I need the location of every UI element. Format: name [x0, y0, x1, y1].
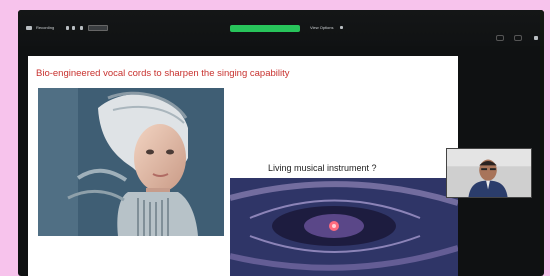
settings-icon[interactable] [534, 36, 538, 40]
slide-title: Bio-engineered vocal cords to sharpen th… [36, 68, 290, 79]
participant-panel [458, 56, 544, 148]
recording-label: Recording [36, 25, 55, 30]
more-icon[interactable] [80, 26, 83, 30]
shared-slide: Bio-engineered vocal cords to sharpen th… [28, 56, 458, 276]
robot-woman-image [38, 88, 224, 236]
app-icon [26, 26, 32, 30]
view-menu-button[interactable] [88, 25, 108, 31]
screen-share-indicator[interactable] [230, 25, 300, 32]
participant-video-tile[interactable] [446, 148, 532, 198]
pause-icon[interactable] [66, 26, 69, 30]
stop-icon[interactable] [72, 26, 75, 30]
view-button[interactable] [496, 35, 504, 41]
slide-subtitle: Living musical instrument ? [268, 163, 377, 173]
chevron-down-icon[interactable] [340, 26, 343, 29]
photo-background: Recording View Options Bio-engineered vo… [0, 0, 550, 276]
meeting-window: Recording View Options Bio-engineered vo… [18, 10, 544, 276]
eye-image [230, 178, 458, 276]
view-options-menu[interactable]: View Options [310, 25, 334, 31]
layout-button[interactable] [514, 35, 522, 41]
meeting-toolbar: Recording View Options [18, 10, 544, 46]
